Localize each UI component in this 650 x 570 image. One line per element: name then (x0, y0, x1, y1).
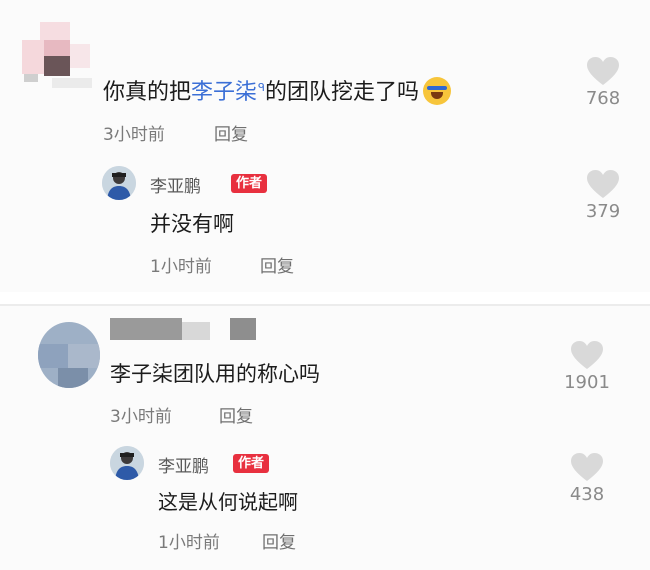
like-count: 768 (585, 88, 621, 109)
comment-thread-1: 你真的把李子柒ᑫ的团队挖走了吗 3小时前 回复 768 李亚鹏 作者 并没有啊 … (0, 0, 650, 292)
commenter-avatar-blurred[interactable] (22, 22, 92, 94)
reply-button[interactable]: 回复 (262, 528, 296, 553)
author-avatar-image (102, 166, 136, 200)
like-button[interactable]: 1901 (557, 340, 617, 393)
comment-time: 3小时前 (103, 125, 165, 145)
author-name[interactable]: 李亚鹏 (150, 172, 201, 197)
author-badge: 作者 (231, 174, 268, 193)
reply-time: 1小时前 (150, 257, 212, 277)
heart-icon (571, 453, 603, 481)
commenter-avatar-blurred[interactable] (38, 322, 100, 388)
like-button[interactable]: 438 (557, 452, 617, 505)
comment-time: 3小时前 (110, 407, 172, 427)
author-avatar[interactable] (110, 446, 144, 480)
author-avatar-image (110, 446, 144, 480)
username-blurred (182, 322, 210, 340)
reply-button[interactable]: 回复 (219, 402, 253, 427)
username-blurred (110, 318, 182, 340)
reply-time: 1小时前 (158, 533, 220, 553)
comment-text-part: 的团队挖走了吗 (264, 80, 419, 105)
like-count: 1901 (564, 372, 610, 393)
mention-link[interactable]: 李子柒ᑫ (191, 80, 265, 105)
heart-icon (587, 57, 619, 85)
mention-icon: ᑫ (258, 80, 265, 94)
username-blurred (230, 318, 256, 340)
author-avatar[interactable] (102, 166, 136, 200)
heart-icon (571, 341, 603, 369)
reply-text: 这是从何说起啊 (158, 490, 298, 514)
like-button[interactable]: 379 (573, 169, 633, 222)
comment-text: 你真的把李子柒ᑫ的团队挖走了吗 (103, 74, 451, 106)
comment-text-part: 你真的把 (103, 80, 192, 105)
reply-button[interactable]: 回复 (214, 120, 248, 145)
like-count: 438 (569, 484, 605, 505)
comment-thread-2: 李子柒团队用的称心吗 3小时前 回复 1901 李亚鹏 作者 这是从何说起啊 1… (0, 304, 650, 570)
like-count: 379 (585, 201, 621, 222)
heart-icon (587, 170, 619, 198)
reply-text: 并没有啊 (150, 212, 234, 236)
author-badge: 作者 (233, 454, 270, 473)
rofl-emoji-icon (422, 77, 451, 105)
like-button[interactable]: 768 (573, 56, 633, 109)
reply-button[interactable]: 回复 (260, 252, 294, 277)
author-name[interactable]: 李亚鹏 (158, 452, 209, 477)
comment-text: 李子柒团队用的称心吗 (110, 362, 320, 386)
